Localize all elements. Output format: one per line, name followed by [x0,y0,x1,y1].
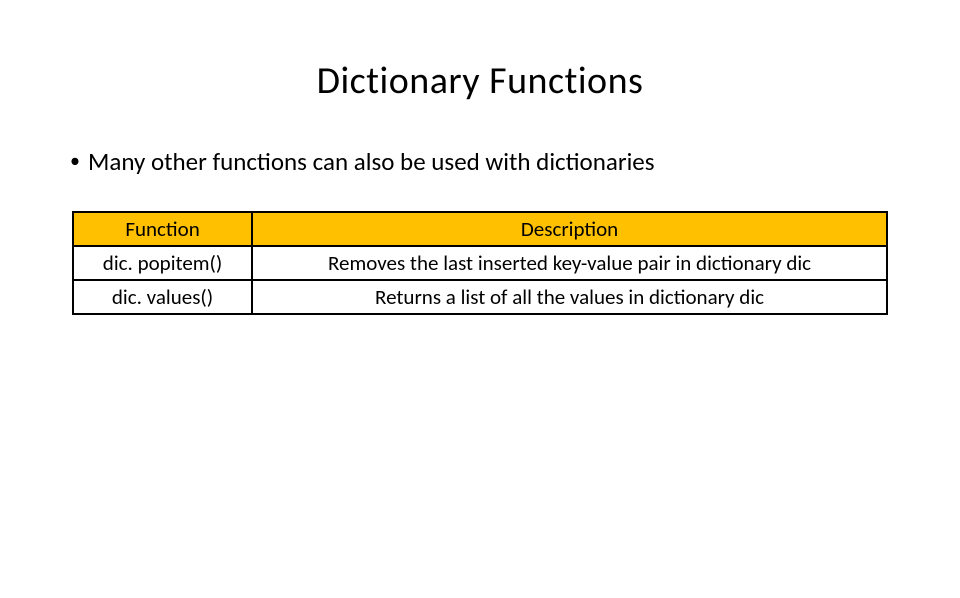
bullet-item: • Many other functions can also be used … [70,146,960,177]
table-cell-function: dic. popitem() [73,246,252,280]
table-row: dic. popitem() Removes the last inserted… [73,246,887,280]
slide: Dictionary Functions • Many other functi… [0,58,960,598]
table-header-function: Function [73,212,252,246]
bullet-icon: • [70,151,80,171]
functions-table: Function Description dic. popitem() Remo… [72,211,888,315]
bullet-text: Many other functions can also be used wi… [88,146,655,177]
slide-title: Dictionary Functions [0,58,960,104]
table-cell-description: Removes the last inserted key-value pair… [252,246,887,280]
table-header-description: Description [252,212,887,246]
table-cell-function: dic. values() [73,280,252,314]
table-row: dic. values() Returns a list of all the … [73,280,887,314]
functions-table-container: Function Description dic. popitem() Remo… [72,211,888,315]
table-header-row: Function Description [73,212,887,246]
table-cell-description: Returns a list of all the values in dict… [252,280,887,314]
